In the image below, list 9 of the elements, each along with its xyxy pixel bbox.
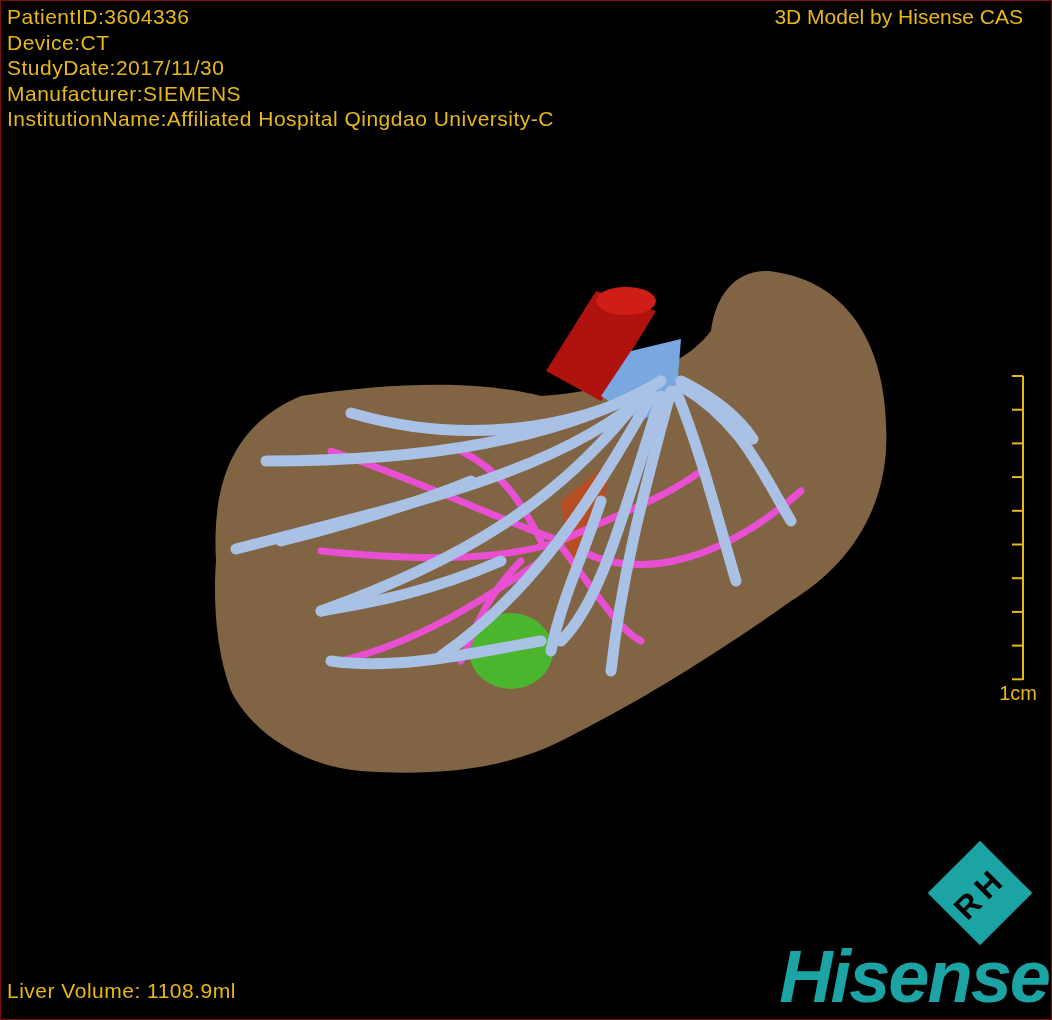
study-info-text: Device:CT: [7, 29, 111, 55]
logo-mark: RH: [927, 840, 1033, 946]
study-info-text: InstitutionName:Affiliated Hospital Qingdao University-C: [7, 106, 554, 132]
study-info-text: Manufacturer:SIEMENS: [7, 80, 243, 106]
study-info-text: PatientID:3604336: [7, 4, 191, 30]
study-info-text: StudyDate:2017/11/30: [7, 55, 226, 81]
scale-bar-label: 1cm: [999, 681, 1037, 705]
caption-text: 3D Model by Hisense CAS: [774, 4, 1023, 30]
liver-volume-text: Liver Volume: 1108.9ml: [7, 978, 236, 1003]
